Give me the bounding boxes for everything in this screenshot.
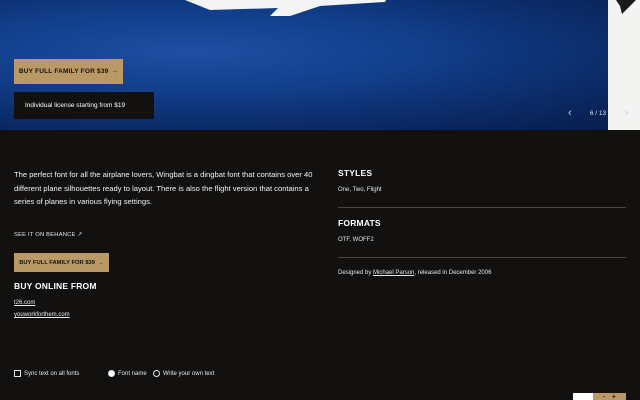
pager-label: 6 / 13 [589, 109, 607, 117]
buy-button-label: BUY FULL FAMILY FOR $39 [19, 259, 95, 266]
sync-text-toggle[interactable]: Sync text on all fonts [14, 370, 79, 377]
buy-button-label: BUY FULL FAMILY FOR $39 [18, 68, 109, 75]
arrow-right-icon: → [98, 259, 104, 266]
divider [338, 207, 626, 208]
write-own-label: Write your own text [163, 370, 215, 377]
divider [338, 257, 626, 258]
styles-title: STYLES [338, 168, 373, 178]
formats-title: FORMATS [338, 218, 381, 228]
buy-full-family-button-top[interactable]: BUY FULL FAMILY FOR $39 → [14, 59, 123, 84]
minus-icon[interactable]: - [603, 393, 606, 400]
store-link-t26[interactable]: t26.com [14, 300, 35, 306]
plus-icon[interactable]: + [612, 393, 617, 400]
credits-suffix: , released in December 2006 [414, 270, 492, 276]
size-stepper[interactable]: - + [593, 393, 626, 400]
buy-full-family-button[interactable]: BUY FULL FAMILY FOR $39 → [14, 253, 109, 272]
plane-corner-icon [616, 0, 636, 14]
chevron-left-icon[interactable]: ‹ [568, 107, 572, 119]
license-info: Individual license starting from $19 [14, 92, 154, 119]
font-description: The perfect font for all the airplane lo… [14, 170, 313, 206]
license-text: Individual license starting from $19 [25, 102, 126, 109]
store-link-youworkforthem[interactable]: youworkforthem.com [14, 312, 70, 318]
chevron-right-icon[interactable]: › [624, 107, 628, 119]
styles-value: One, Two, Flight [338, 187, 382, 193]
font-name-radio[interactable] [108, 370, 115, 377]
tester-controls: Sync text on all fonts Font name Write y… [14, 370, 434, 382]
external-link-icon: ↗ [77, 232, 83, 238]
arrow-right-icon: → [111, 68, 119, 75]
sync-checkbox[interactable] [14, 370, 21, 377]
behance-link-label: SEE IT ON BEHANCE [14, 232, 76, 238]
font-name-option[interactable]: Font name [108, 370, 147, 377]
slide-pager: ‹ 6 / 13 › [568, 106, 628, 120]
plane-silhouette-icon [185, 0, 386, 16]
size-control[interactable]: - + [573, 393, 626, 400]
credits: Designed by Michael Parson, released in … [338, 270, 491, 276]
sync-label: Sync text on all fonts [24, 370, 80, 377]
write-own-radio[interactable] [153, 370, 160, 377]
write-own-text-option[interactable]: Write your own text [153, 370, 214, 377]
behance-link[interactable]: SEE IT ON BEHANCE ↗ [14, 232, 82, 238]
buy-online-title: BUY ONLINE FROM [14, 281, 97, 291]
size-preview [573, 393, 593, 400]
designer-link[interactable]: Michael Parson [373, 270, 414, 276]
credits-prefix: Designed by [338, 270, 374, 276]
hero-banner: BUY FULL FAMILY FOR $39 → Individual lic… [0, 0, 640, 130]
formats-value: OTF, WOFF2 [338, 237, 374, 243]
font-name-label: Font name [118, 370, 147, 377]
